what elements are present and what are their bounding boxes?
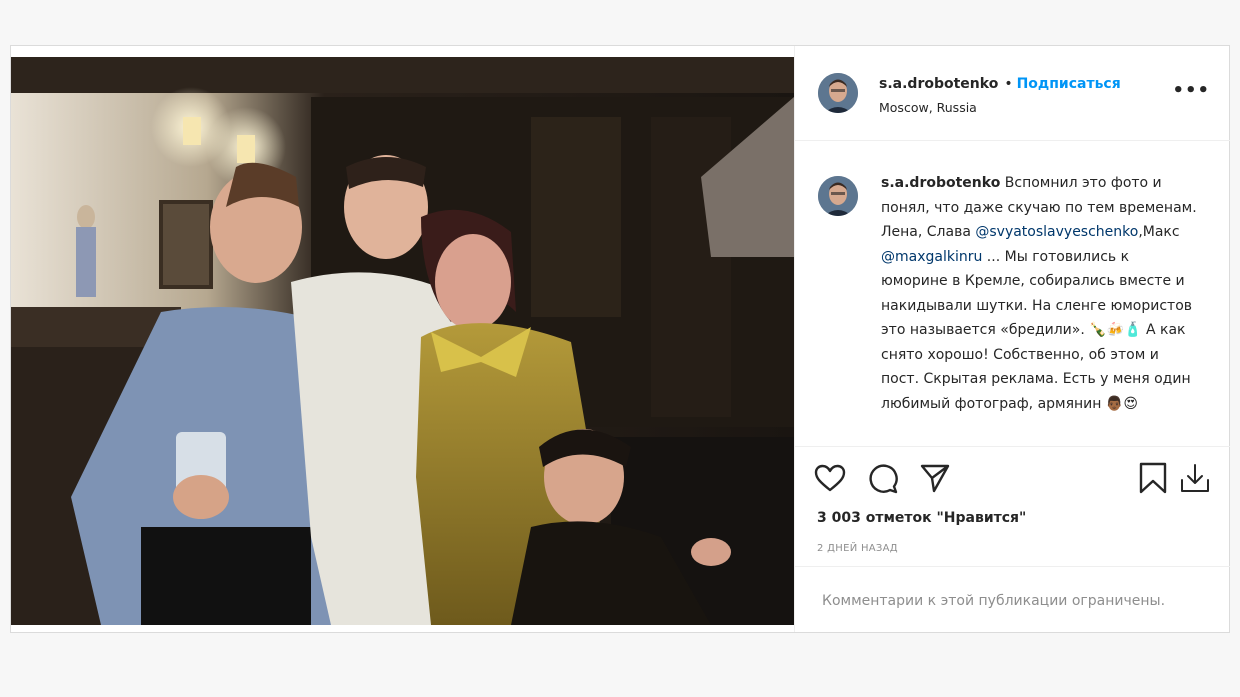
avatar[interactable] bbox=[818, 73, 858, 113]
follow-button[interactable]: Подписаться bbox=[1017, 76, 1121, 92]
post-date[interactable]: 2 дней назад bbox=[817, 543, 898, 554]
avatar-image bbox=[818, 73, 858, 113]
group-photo-image bbox=[11, 57, 794, 625]
post-sidebar: s.a.drobotenko • Подписаться Moscow, Russi… bbox=[794, 46, 1230, 632]
avatar-image bbox=[818, 176, 858, 216]
bookmark-icon[interactable] bbox=[1138, 462, 1168, 498]
post-caption: s.a.drobotenko Вспомнил это фото и понял… bbox=[881, 171, 1199, 416]
caption-username[interactable]: s.a.drobotenko bbox=[881, 175, 1000, 191]
comment-icon[interactable] bbox=[867, 463, 899, 499]
mention-link[interactable]: @maxgalkinru bbox=[881, 249, 982, 265]
likes-count[interactable]: 3 003 отметок "Нравится" bbox=[817, 510, 1026, 526]
paper-plane-icon[interactable] bbox=[919, 463, 951, 497]
username-link[interactable]: s.a.drobotenko bbox=[879, 76, 998, 92]
action-bar: 3 003 отметок "Нравится" 2 дней назад Ко… bbox=[795, 446, 1230, 633]
caption-text: ,Макс bbox=[1138, 224, 1180, 240]
download-icon[interactable] bbox=[1179, 462, 1211, 498]
post-header: s.a.drobotenko • Подписаться Moscow, Russi… bbox=[795, 46, 1230, 141]
more-options-icon[interactable]: ••• bbox=[1172, 80, 1210, 101]
instagram-post: s.a.drobotenko • Подписаться Moscow, Russi… bbox=[10, 45, 1230, 633]
heart-icon[interactable] bbox=[814, 463, 846, 497]
comments-limited-notice: Комментарии к этой публикации ограничены… bbox=[795, 566, 1230, 633]
post-photo[interactable] bbox=[11, 57, 794, 625]
caption-avatar[interactable] bbox=[818, 176, 858, 216]
caption-text: ... Мы готовились к юморине в Кремле, со… bbox=[881, 248, 1193, 412]
comments-area[interactable]: s.a.drobotenko Вспомнил это фото и понял… bbox=[795, 141, 1230, 446]
separator-dot: • bbox=[1004, 76, 1013, 92]
header-user-line: s.a.drobotenko • Подписаться bbox=[879, 76, 1121, 92]
location-link[interactable]: Moscow, Russia bbox=[879, 100, 977, 115]
mention-link[interactable]: @svyatoslavyeschenko bbox=[975, 224, 1138, 240]
